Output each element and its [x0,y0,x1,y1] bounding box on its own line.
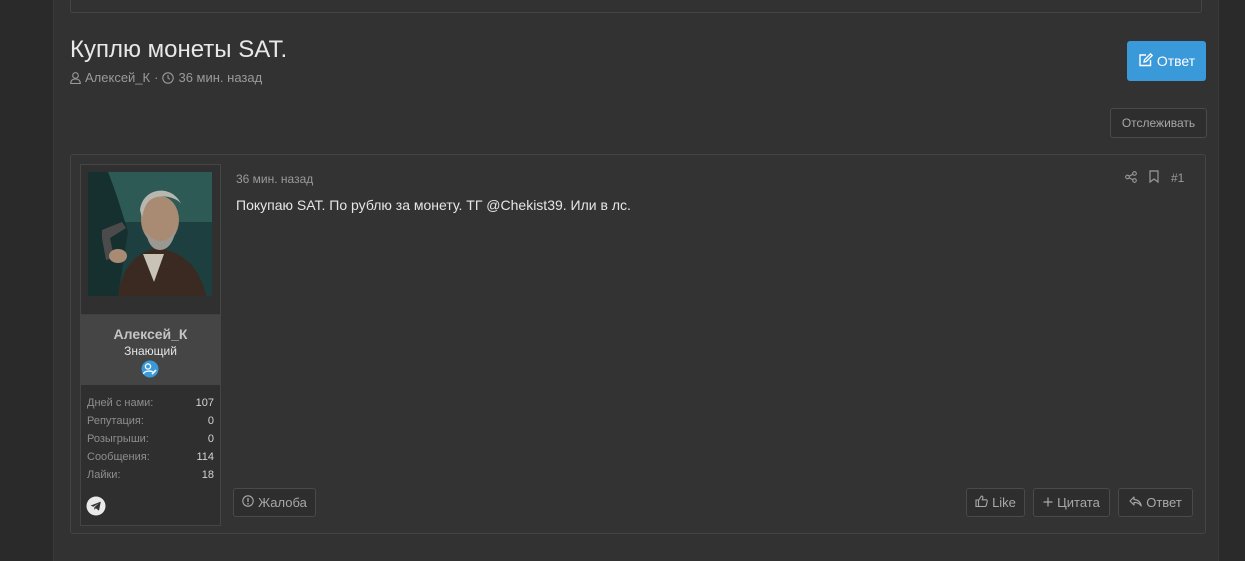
quote-label: Цитата [1057,495,1100,510]
stat-label: Розыгрыши: [87,433,149,445]
stat-row: Розыгрыши: 0 [87,430,214,448]
stat-row: Репутация: 0 [87,412,214,430]
page-content: Куплю монеты SAT. Алексей_К · 36 мин. на… [53,0,1219,561]
user-edit-badge-icon [140,360,160,383]
thumbs-up-icon [975,495,988,510]
watch-button[interactable]: Отслеживать [1110,108,1207,138]
previous-block [70,0,1202,13]
thread-meta: Алексей_К · 36 мин. назад [70,70,262,85]
share-icon[interactable] [1125,170,1137,186]
post: Алексей_К Знающий Дней с нами: 107 Репут… [70,154,1206,534]
stat-label: Сообщения: [87,451,150,463]
telegram-icon[interactable] [86,496,106,521]
stat-label: Лайки: [87,469,121,481]
reply-button[interactable]: Ответ [1127,41,1206,81]
stat-row: Лайки: 18 [87,466,214,484]
stat-label: Дней с нами: [87,397,154,409]
plus-icon [1043,495,1053,510]
like-button[interactable]: Like [966,488,1025,517]
post-body: Покупаю SAT. По рублю за монету. ТГ @Che… [236,197,631,213]
stat-row: Дней с нами: 107 [87,394,214,412]
user-panel: Алексей_К Знающий Дней с нами: 107 Репут… [80,164,221,526]
stat-value: 0 [207,433,214,445]
user-info: Алексей_К Знающий [81,315,220,385]
like-label: Like [992,495,1016,510]
bookmark-icon[interactable] [1149,170,1159,186]
meta-separator: · [154,70,159,85]
avatar-container [81,165,220,315]
post-reply-button[interactable]: Ответ [1118,488,1193,517]
user-icon [70,71,81,84]
reply-icon [1129,495,1142,510]
report-button[interactable]: Жалоба [233,488,316,517]
avatar[interactable] [88,172,212,296]
stat-value: 18 [201,469,214,481]
clock-icon [162,71,175,84]
post-date-link[interactable]: 36 мин. назад [236,172,313,186]
report-icon [242,495,254,510]
user-name-link[interactable]: Алексей_К [81,326,220,342]
thread-author-link[interactable]: Алексей_К [85,70,150,85]
stat-value: 0 [207,415,214,427]
stat-value: 107 [195,397,214,409]
stat-row: Сообщения: 114 [87,448,214,466]
stat-label: Репутация: [87,415,144,427]
report-label: Жалоба [258,495,307,510]
user-title: Знающий [124,344,177,358]
reply-button-label: Ответ [1156,53,1196,69]
stat-value: 114 [196,451,214,463]
post-reply-label: Ответ [1146,495,1182,510]
user-stats: Дней с нами: 107 Репутация: 0 Розыгрыши:… [87,394,214,484]
post-tools: #1 [1125,170,1184,186]
thread-time-link[interactable]: 36 мин. назад [178,70,262,85]
thread-title: Куплю монеты SAT. [70,36,288,63]
post-number-link[interactable]: #1 [1171,171,1184,185]
quote-button[interactable]: Цитата [1033,488,1110,517]
edit-icon [1138,52,1153,70]
